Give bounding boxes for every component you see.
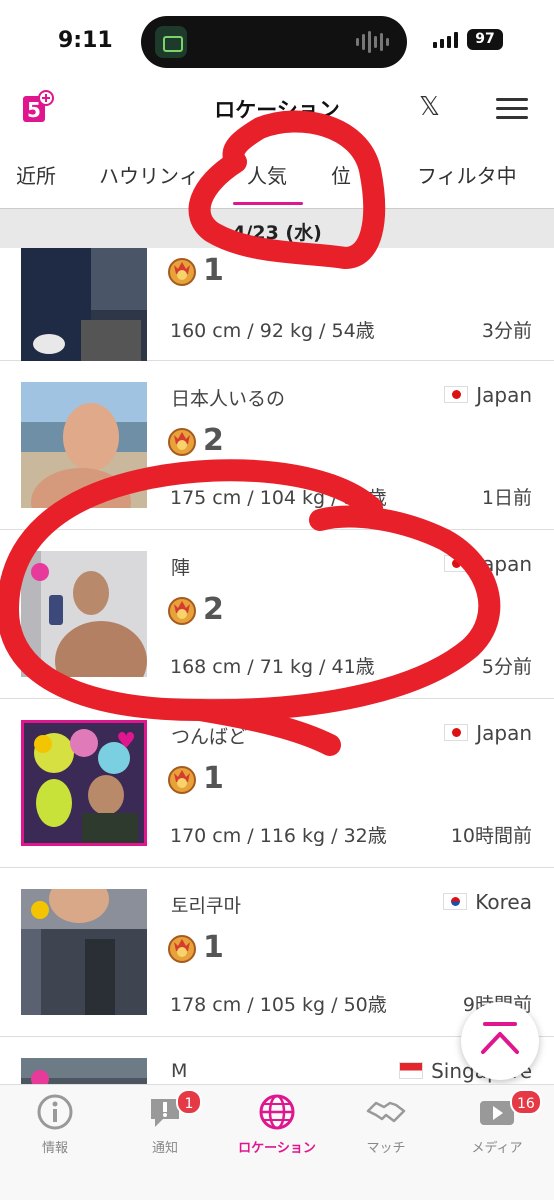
tab-nearby[interactable]: 近所 — [16, 160, 56, 189]
crown-rank-icon — [168, 597, 196, 625]
country-label: Japan — [476, 721, 532, 745]
nav-label: 通知 — [151, 1141, 178, 1156]
media-badge: 16 — [510, 1089, 542, 1115]
user-stats: 178 cm / 105 kg / 50歳 — [170, 994, 387, 1016]
nav-label: メディア — [471, 1141, 523, 1156]
bottom-navigation: 情報 1 通知 ロケーション マッチ 16 メディア — [0, 1084, 554, 1200]
user-photo[interactable] — [21, 248, 147, 366]
list-item[interactable]: 1 160 cm / 92 kg / 54歳 3分前 — [0, 248, 554, 366]
user-list: 1 160 cm / 92 kg / 54歳 3分前 日本人いるの Japan … — [0, 248, 554, 1084]
singapore-flag-icon — [399, 1062, 424, 1079]
user-name: つんばど — [171, 726, 248, 748]
list-item[interactable]: 陣 Japan 2 168 cm / 71 kg / 41歳 5分前 — [0, 530, 554, 699]
user-stats: 160 cm / 92 kg / 54歳 — [170, 320, 375, 342]
app-header: 5 ロケーション 𝕏 — [0, 80, 554, 136]
user-name: 토리쿠마 — [171, 895, 241, 917]
online-status-dot — [31, 1070, 49, 1084]
user-stats: 170 cm / 116 kg / 32歳 — [170, 825, 387, 847]
nav-label: ロケーション — [238, 1141, 316, 1156]
tab-popular[interactable]: 人気 — [247, 160, 287, 189]
info-icon — [37, 1094, 73, 1130]
nav-notifications[interactable]: 1 通知 — [110, 1089, 220, 1156]
globe-icon — [259, 1094, 295, 1130]
status-bar: 9:11 97 — [0, 0, 554, 80]
page-title: ロケーション — [214, 98, 340, 122]
last-seen: 1日前 — [481, 487, 532, 509]
user-country: Korea — [443, 890, 532, 914]
rank-number: 2 — [203, 423, 224, 458]
rank-number: 1 — [203, 253, 224, 288]
user-name: 陣 — [171, 557, 191, 579]
status-time: 9:11 — [58, 28, 113, 53]
last-seen: 10時間前 — [450, 825, 532, 847]
cellular-signal-icon — [433, 32, 458, 48]
favorite-heart-icon: ♥ — [116, 729, 136, 754]
last-seen: 3分前 — [481, 320, 532, 342]
battery-icon: 97 — [467, 29, 503, 50]
handshake-icon — [366, 1101, 406, 1123]
japan-flag-icon — [444, 724, 469, 741]
live-activity-app-icon — [155, 26, 187, 58]
dynamic-island — [141, 16, 407, 68]
audio-waveform-icon — [356, 30, 389, 54]
rank-number: 2 — [203, 592, 224, 627]
crown-rank-icon — [168, 766, 196, 794]
user-stats: 175 cm / 104 kg / 53歳 — [170, 487, 387, 509]
nav-label: 情報 — [41, 1141, 68, 1156]
rank-number: 1 — [203, 761, 224, 796]
nav-label: マッチ — [366, 1141, 406, 1156]
hamburger-menu-icon[interactable] — [496, 98, 528, 125]
user-name: M — [171, 1060, 188, 1082]
user-photo[interactable] — [21, 551, 147, 677]
date-label: 4/23 (水) — [232, 222, 322, 244]
notification-badge: 1 — [176, 1089, 202, 1115]
tab-howling[interactable]: ハウリンィ — [99, 160, 199, 189]
nav-info[interactable]: 情報 — [0, 1093, 110, 1156]
country-label: Japan — [476, 552, 532, 576]
user-photo[interactable] — [21, 1058, 147, 1084]
nav-media[interactable]: 16 メディア — [442, 1089, 552, 1156]
country-label: Korea — [475, 890, 532, 914]
japan-flag-icon — [444, 386, 469, 403]
user-stats: 168 cm / 71 kg / 41歳 — [170, 656, 375, 678]
user-photo[interactable]: ♥ — [21, 720, 147, 846]
japan-flag-icon — [444, 555, 469, 572]
crown-rank-icon — [168, 258, 196, 286]
user-country: Japan — [444, 721, 532, 745]
list-item[interactable]: 日本人いるの Japan 2 175 cm / 104 kg / 53歳 1日前 — [0, 361, 554, 530]
online-status-dot — [31, 563, 49, 581]
list-item[interactable]: ♥ つんばど Japan 1 170 cm / 116 kg / 32歳 10時… — [0, 699, 554, 868]
nav-location[interactable]: ロケーション — [222, 1093, 332, 1156]
active-tab-indicator — [233, 202, 303, 205]
x-share-icon[interactable]: 𝕏 — [419, 92, 440, 122]
nav-match[interactable]: マッチ — [331, 1093, 441, 1156]
date-header: 4/23 (水) — [0, 208, 554, 248]
user-photo[interactable] — [21, 889, 147, 1015]
online-status-dot — [34, 735, 52, 753]
user-photo[interactable] — [21, 382, 147, 508]
last-seen: 5分前 — [481, 656, 532, 678]
scroll-to-top-button[interactable] — [461, 1002, 539, 1080]
tab-filter[interactable]: フィルタ中 — [417, 160, 517, 189]
user-name: 日本人いるの — [171, 388, 286, 410]
user-country: Japan — [444, 383, 532, 407]
korea-flag-icon — [443, 893, 468, 910]
online-status-dot — [31, 901, 49, 919]
tab-position[interactable]: 位 — [331, 160, 351, 189]
crown-rank-icon — [168, 935, 196, 963]
country-label: Japan — [476, 383, 532, 407]
rank-number: 1 — [203, 930, 224, 965]
tab-bar: 近所 ハウリンィ 人気 位 フィルタ中 — [0, 146, 554, 206]
user-country: Japan — [444, 552, 532, 576]
arrow-up-icon — [481, 1022, 519, 1054]
crown-rank-icon — [168, 428, 196, 456]
